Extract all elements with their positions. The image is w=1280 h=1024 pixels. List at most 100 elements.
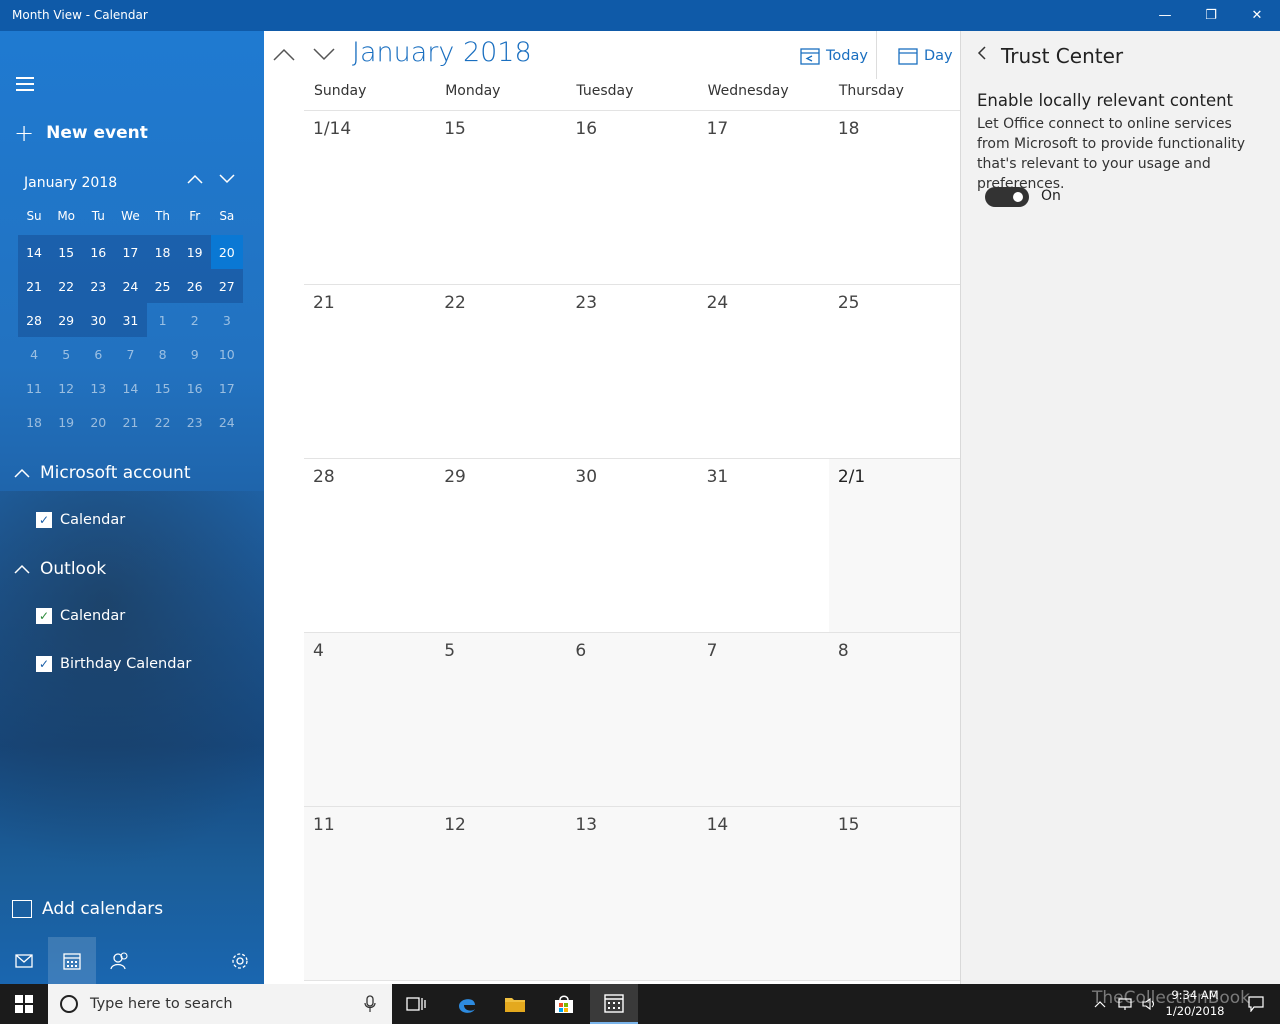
day-cell[interactable]: 2/1: [828, 459, 961, 632]
mini-day-cell[interactable]: 5: [50, 337, 82, 371]
mini-day-cell[interactable]: 30: [82, 303, 115, 337]
mini-day-cell[interactable]: 18: [18, 405, 50, 439]
new-event-button[interactable]: + New event: [14, 121, 148, 145]
account-group-microsoft[interactable]: Microsoft account: [14, 463, 191, 483]
day-cell[interactable]: 22: [435, 285, 566, 458]
day-view-button[interactable]: Day: [898, 47, 953, 65]
day-cell[interactable]: 14: [697, 807, 829, 980]
mini-day-cell[interactable]: 27: [210, 269, 243, 303]
day-cell[interactable]: 15: [828, 807, 961, 980]
mini-day-cell[interactable]: 18: [146, 235, 179, 269]
mini-day-cell[interactable]: 24: [114, 269, 147, 303]
day-cell[interactable]: 23: [566, 285, 697, 458]
action-center-button[interactable]: [1232, 984, 1280, 1024]
mini-day-cell[interactable]: 23: [179, 405, 211, 439]
mini-day-cell[interactable]: 29: [50, 303, 83, 337]
day-cell[interactable]: 4: [304, 633, 436, 806]
calendar-item-microsoft-calendar[interactable]: ✓ Calendar: [36, 512, 125, 528]
mini-next-month-button[interactable]: [218, 173, 236, 189]
checkbox[interactable]: ✓: [36, 608, 52, 624]
mini-day-cell[interactable]: 15: [50, 235, 83, 269]
mini-day-cell[interactable]: 14: [114, 371, 146, 405]
calendar-item-birthday-calendar[interactable]: ✓ Birthday Calendar: [36, 656, 191, 672]
close-button[interactable]: ✕: [1234, 0, 1280, 31]
mini-day-cell[interactable]: 4: [18, 337, 50, 371]
mini-day-cell[interactable]: 20: [210, 235, 243, 269]
mini-day-cell[interactable]: 12: [50, 371, 82, 405]
day-cell[interactable]: 24: [698, 285, 829, 458]
edge-taskbar-button[interactable]: [443, 984, 491, 1024]
mini-day-cell[interactable]: 22: [147, 405, 179, 439]
mini-day-cell[interactable]: 17: [211, 371, 243, 405]
mini-day-cell[interactable]: 8: [147, 337, 179, 371]
mini-day-cell[interactable]: 14: [18, 235, 51, 269]
chevron-up-icon[interactable]: [1094, 999, 1106, 1009]
mini-calendar-title[interactable]: January 2018: [24, 175, 117, 191]
mini-prev-month-button[interactable]: [186, 173, 204, 189]
day-cell[interactable]: 21: [304, 285, 435, 458]
mini-day-cell[interactable]: 13: [82, 371, 114, 405]
day-cell[interactable]: 7: [697, 633, 829, 806]
settings-button[interactable]: [216, 937, 264, 984]
mini-day-cell[interactable]: 2: [179, 303, 211, 337]
mini-day-cell[interactable]: 3: [211, 303, 243, 337]
mini-day-cell[interactable]: 10: [211, 337, 243, 371]
day-cell[interactable]: 25: [829, 285, 960, 458]
mini-day-cell[interactable]: 17: [114, 235, 147, 269]
mini-day-cell[interactable]: 25: [146, 269, 179, 303]
today-button[interactable]: Today: [800, 47, 868, 65]
mini-day-cell[interactable]: 21: [114, 405, 146, 439]
add-calendars-button[interactable]: Add calendars: [12, 899, 163, 919]
day-cell[interactable]: 6: [566, 633, 698, 806]
volume-icon[interactable]: [1142, 997, 1158, 1011]
mini-day-cell[interactable]: 19: [50, 405, 82, 439]
day-cell[interactable]: 1/14: [304, 111, 435, 284]
back-button[interactable]: [977, 45, 987, 65]
mini-day-cell[interactable]: 6: [82, 337, 114, 371]
mini-day-cell[interactable]: 7: [114, 337, 146, 371]
month-title[interactable]: January 2018: [352, 37, 532, 68]
network-icon[interactable]: [1118, 997, 1134, 1011]
locally-relevant-content-toggle[interactable]: [985, 187, 1029, 207]
mini-day-cell[interactable]: 21: [18, 269, 51, 303]
store-taskbar-button[interactable]: [540, 984, 588, 1024]
mini-day-cell[interactable]: 26: [178, 269, 211, 303]
day-cell[interactable]: 16: [566, 111, 697, 284]
mini-day-cell[interactable]: 22: [50, 269, 83, 303]
mini-day-cell[interactable]: 16: [82, 235, 115, 269]
calendar-item-outlook-calendar[interactable]: ✓ Calendar: [36, 608, 125, 624]
day-cell[interactable]: 11: [304, 807, 436, 980]
calendar-nav-button[interactable]: [48, 937, 96, 984]
day-cell[interactable]: 18: [829, 111, 960, 284]
mini-day-cell[interactable]: 20: [82, 405, 114, 439]
calendar-taskbar-button[interactable]: [590, 984, 638, 1024]
mini-day-cell[interactable]: 9: [179, 337, 211, 371]
mini-day-cell[interactable]: 19: [178, 235, 211, 269]
mini-day-cell[interactable]: 28: [18, 303, 51, 337]
day-cell[interactable]: 17: [698, 111, 829, 284]
day-cell[interactable]: 13: [566, 807, 698, 980]
day-cell[interactable]: 28: [304, 459, 435, 632]
people-nav-button[interactable]: [96, 937, 144, 984]
hamburger-menu-icon[interactable]: [16, 77, 34, 91]
taskbar-search[interactable]: Type here to search: [48, 984, 392, 1024]
start-button[interactable]: [0, 984, 48, 1024]
mini-day-cell[interactable]: 16: [179, 371, 211, 405]
day-cell[interactable]: 29: [435, 459, 566, 632]
mini-day-cell[interactable]: 31: [114, 303, 147, 337]
mini-day-cell[interactable]: 1: [147, 303, 179, 337]
day-cell[interactable]: 5: [435, 633, 567, 806]
minimize-button[interactable]: —: [1142, 0, 1188, 31]
task-view-button[interactable]: [392, 984, 440, 1024]
day-cell[interactable]: 8: [828, 633, 961, 806]
day-cell[interactable]: 15: [435, 111, 566, 284]
day-cell[interactable]: 31: [698, 459, 829, 632]
checkbox[interactable]: ✓: [36, 512, 52, 528]
account-group-outlook[interactable]: Outlook: [14, 559, 106, 579]
next-month-button[interactable]: [312, 43, 336, 68]
system-clock[interactable]: 9:34 AM 1/20/2018: [1160, 987, 1230, 1019]
mail-nav-button[interactable]: [0, 937, 48, 984]
restore-button[interactable]: ❐: [1188, 0, 1234, 31]
day-cell[interactable]: 30: [566, 459, 697, 632]
checkbox[interactable]: ✓: [36, 656, 52, 672]
